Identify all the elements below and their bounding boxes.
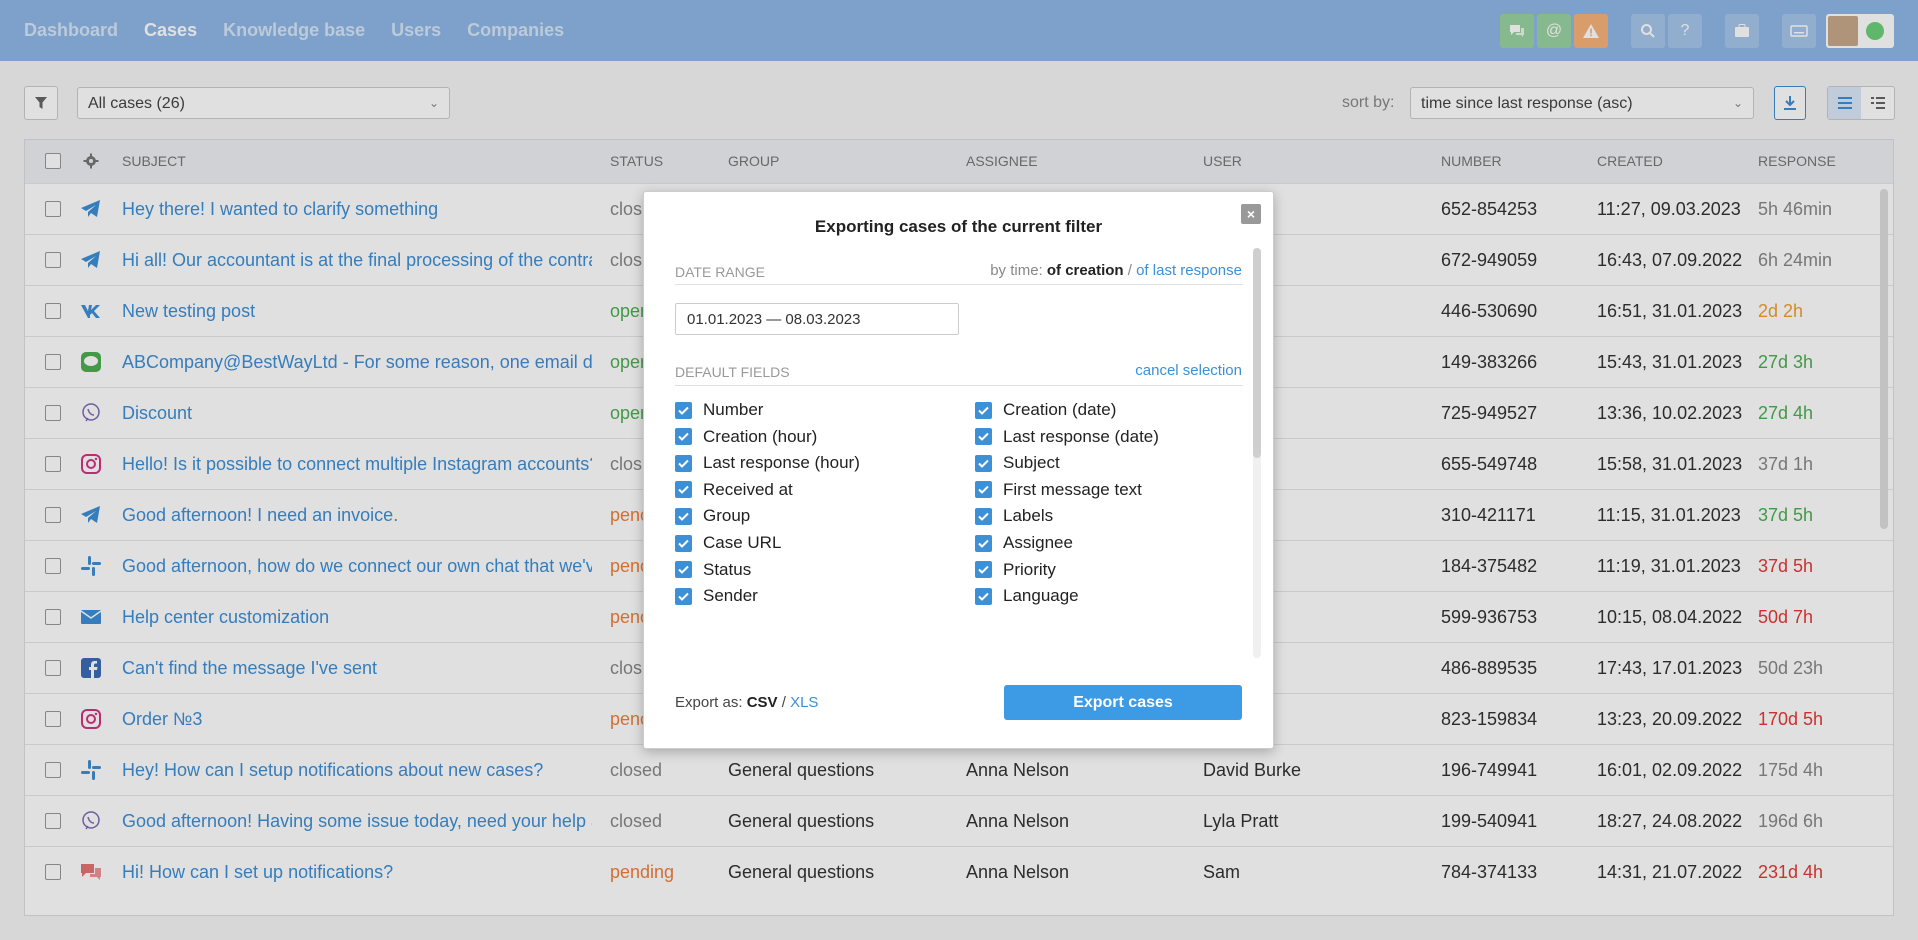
checkbox-checked-icon[interactable] xyxy=(675,561,692,579)
field-label: Language xyxy=(1003,586,1079,606)
checkbox-checked-icon[interactable] xyxy=(975,561,992,579)
scroll-thumb[interactable] xyxy=(1253,248,1261,458)
by-time-separator: / xyxy=(1127,262,1132,279)
divider xyxy=(675,284,1243,285)
export-cases-button[interactable]: Export cases xyxy=(1004,685,1242,720)
field-label: Last response (date) xyxy=(1003,426,1159,446)
field-label: First message text xyxy=(1003,479,1142,499)
checkbox-checked-icon[interactable] xyxy=(975,587,992,605)
export-field-option[interactable]: Subject xyxy=(975,452,1060,474)
checkbox-checked-icon[interactable] xyxy=(675,507,692,525)
checkbox-checked-icon[interactable] xyxy=(975,534,992,552)
by-time-toggle: by time: of creation / of last response xyxy=(990,262,1242,279)
field-label: Assignee xyxy=(1003,533,1073,552)
export-dialog: × Exporting cases of the current filter … xyxy=(643,191,1274,749)
export-field-option[interactable]: Number xyxy=(675,399,763,421)
export-csv[interactable]: CSV xyxy=(747,694,778,711)
by-time-label: by time: xyxy=(990,262,1043,279)
dialog-title: Exporting cases of the current filter xyxy=(814,217,1103,236)
dialog-scrollbar[interactable] xyxy=(1253,248,1261,658)
export-field-option[interactable]: Last response (date) xyxy=(975,426,1159,448)
export-field-option[interactable]: Creation (hour) xyxy=(675,426,817,448)
export-field-option[interactable]: Labels xyxy=(975,505,1053,527)
checkbox-checked-icon[interactable] xyxy=(675,401,692,419)
export-field-option[interactable]: Last response (hour) xyxy=(675,452,860,474)
checkbox-checked-icon[interactable] xyxy=(675,454,692,472)
checkbox-checked-icon[interactable] xyxy=(975,454,992,472)
checkbox-checked-icon[interactable] xyxy=(675,428,692,446)
export-field-option[interactable]: Sender xyxy=(675,585,758,607)
export-field-option[interactable]: Case URL xyxy=(675,532,781,554)
field-label: Received at xyxy=(703,479,793,499)
field-label: Status xyxy=(703,559,752,579)
checkbox-checked-icon[interactable] xyxy=(975,428,992,446)
date-range-label: DATE RANGE xyxy=(675,264,765,280)
export-field-option[interactable]: Group xyxy=(675,505,750,527)
export-format: Export as: CSV / XLS xyxy=(675,694,818,711)
checkbox-checked-icon[interactable] xyxy=(975,507,992,525)
field-label: Creation (date) xyxy=(1003,400,1117,419)
export-field-option[interactable]: Assignee xyxy=(975,532,1073,554)
field-label: Case URL xyxy=(703,533,782,552)
export-field-option[interactable]: Priority xyxy=(975,559,1056,581)
checkbox-checked-icon[interactable] xyxy=(675,534,692,552)
checkbox-checked-icon[interactable] xyxy=(975,481,992,499)
export-field-option[interactable]: Language xyxy=(975,585,1079,607)
field-label: Sender xyxy=(703,586,758,606)
field-label: Number xyxy=(703,400,764,419)
by-time-last-response[interactable]: of last response xyxy=(1136,262,1242,279)
date-range-input[interactable]: 01.01.2023 — 08.03.2023 xyxy=(675,303,959,335)
export-field-option[interactable]: First message text xyxy=(975,479,1142,501)
export-field-option[interactable]: Status xyxy=(675,559,751,581)
by-time-creation[interactable]: of creation xyxy=(1047,262,1124,279)
field-label: Creation (hour) xyxy=(703,426,818,446)
export-as-label: Export as: xyxy=(675,694,743,711)
export-field-option[interactable]: Creation (date) xyxy=(975,399,1116,421)
field-label: Priority xyxy=(1003,559,1056,579)
export-separator: / xyxy=(781,694,786,711)
export-field-option[interactable]: Received at xyxy=(675,479,793,501)
divider xyxy=(675,385,1243,386)
checkbox-checked-icon[interactable] xyxy=(675,481,692,499)
field-label: Last response (hour) xyxy=(703,453,860,473)
field-label: Subject xyxy=(1003,453,1060,473)
default-fields-label: DEFAULT FIELDS xyxy=(675,364,790,380)
export-xls[interactable]: XLS xyxy=(790,694,818,711)
cancel-selection-link[interactable]: cancel selection xyxy=(1135,362,1242,379)
field-label: Labels xyxy=(1003,506,1054,526)
checkbox-checked-icon[interactable] xyxy=(675,587,692,605)
field-label: Group xyxy=(703,506,751,526)
checkbox-checked-icon[interactable] xyxy=(975,401,992,419)
